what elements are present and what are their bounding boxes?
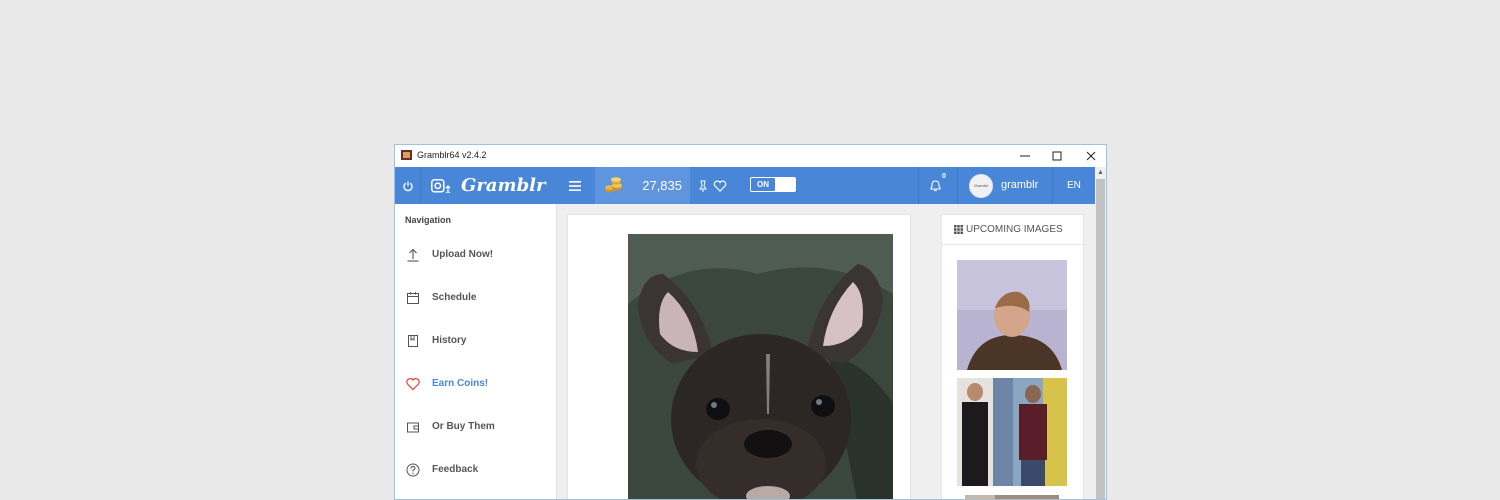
power-icon [403,181,413,191]
upload-arrow-icon [407,248,419,262]
app-window: Gramblr64 v2.4.2 Gramblr 27,835 ON 0 Gra… [394,144,1107,500]
upcoming-image-1[interactable] [957,260,1067,370]
window-titlebar[interactable]: Gramblr64 v2.4.2 [395,145,1106,167]
instagram-upload-button[interactable] [431,167,453,204]
username[interactable]: gramblr [1001,179,1038,191]
upcoming-images-panel: UPCOMING IMAGES [941,214,1084,499]
bell-icon [930,180,941,192]
sidebar-item-label: Earn Coins! [432,378,489,389]
coin-stack-icon [605,177,622,193]
app-header: Gramblr 27,835 ON 0 Gramblr gramblr EN [395,167,1095,204]
upcoming-images-title: UPCOMING IMAGES [966,224,1063,235]
sidebar-item-label: Upload Now! [432,249,494,260]
sidebar-item-history[interactable]: History [395,328,555,358]
close-button[interactable] [1074,145,1106,167]
calendar-icon [407,292,419,304]
auto-toggle[interactable]: ON [750,177,796,192]
minimize-button[interactable] [1008,145,1042,167]
toggle-on-label: ON [751,178,775,191]
sidebar-item-buy-coins[interactable]: Or Buy Them [395,414,555,444]
avatar[interactable]: Gramblr [969,174,993,198]
vertical-scrollbar[interactable]: ▲ [1095,167,1106,499]
question-circle-icon [406,463,420,477]
sidebar-item-label: History [432,335,467,346]
close-icon [1086,151,1096,161]
sidebar-item-earn-coins[interactable]: Earn Coins! [395,371,555,401]
sidebar-item-schedule[interactable]: Schedule [395,285,555,315]
upcoming-images-header: UPCOMING IMAGES [942,215,1083,245]
thumbnail-people [957,378,1067,486]
upcoming-image-2[interactable] [957,378,1067,486]
power-button[interactable] [402,167,414,204]
grid-icon [954,225,963,234]
sidebar-item-label: Schedule [432,292,477,303]
language-selector[interactable]: EN [1067,180,1081,191]
minimize-icon [1020,155,1030,157]
heart-icon [406,378,420,391]
history-book-icon [408,335,418,347]
sidebar-item-label: Or Buy Them [432,421,495,432]
app-logo-icon [401,150,412,160]
sidebar-item-upload-now[interactable]: Upload Now! [395,242,555,272]
instagram-upload-icon [431,178,451,193]
notifications-button[interactable] [929,167,942,204]
nav-title: Navigation [405,215,452,225]
maximize-button[interactable] [1040,145,1074,167]
hamburger-menu-icon [569,180,581,191]
menu-button[interactable] [569,167,581,204]
scrollbar-thumb[interactable] [1096,179,1105,499]
current-image-card [567,214,911,499]
brand-logo: Gramblr [461,175,546,196]
sidebar-item-feedback[interactable]: Feedback [395,457,555,487]
window-title: Gramblr64 v2.4.2 [417,150,487,160]
main-content: UPCOMING IMAGES [557,204,1095,499]
favorite-button[interactable] [713,167,727,204]
upcoming-image-3[interactable] [957,494,1067,499]
notification-badge: 0 [942,173,946,180]
heart-icon [713,179,727,192]
wallet-icon [407,422,419,433]
sidebar-item-label: Feedback [432,464,479,475]
current-image[interactable] [628,234,893,499]
thumbnail-man-back [957,260,1067,370]
sidebar-navigation: Navigation Upload Now! Schedule History … [395,204,557,499]
dog-photo [628,234,893,499]
maximize-icon [1052,151,1062,161]
scroll-up-arrow-icon[interactable]: ▲ [1097,169,1104,176]
thumbnail-partial [965,495,1059,499]
thumbs-icon [699,180,707,192]
coins-display[interactable]: 27,835 [595,167,690,204]
coin-count: 27,835 [642,178,682,193]
like-settings-button[interactable] [698,167,708,204]
